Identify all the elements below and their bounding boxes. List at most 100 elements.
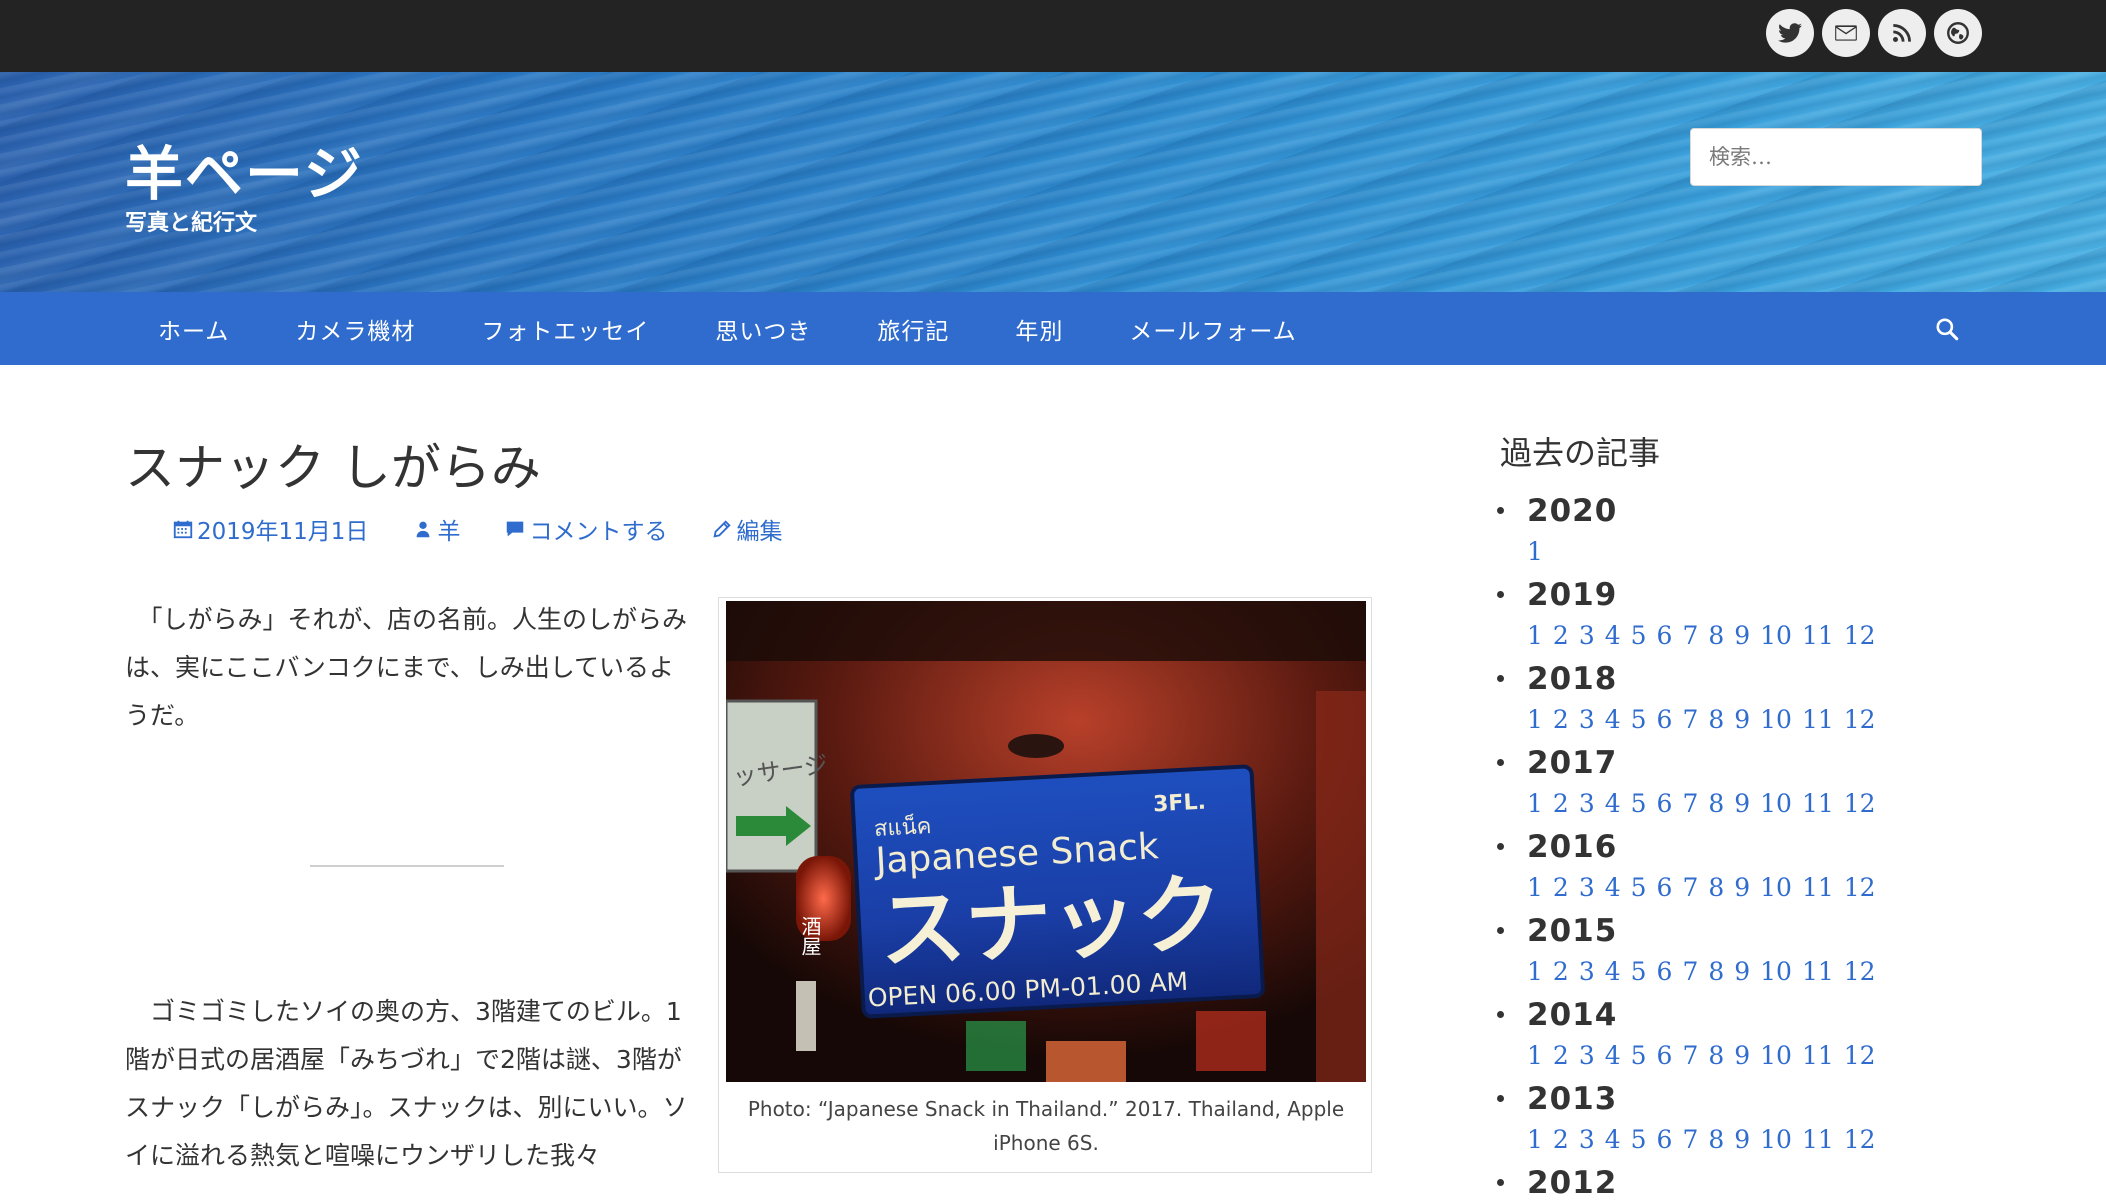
archive-month-link[interactable]: 11 [1802, 789, 1834, 818]
archive-month-link[interactable]: 6 [1657, 789, 1673, 818]
archive-month-link[interactable]: 2 [1553, 1041, 1569, 1070]
archive-month-link[interactable]: 6 [1657, 873, 1673, 902]
archive-month-link[interactable]: 11 [1802, 705, 1834, 734]
archive-month-link[interactable]: 8 [1708, 1125, 1724, 1154]
archive-month-link[interactable]: 5 [1631, 705, 1647, 734]
archive-month-link[interactable]: 5 [1631, 1041, 1647, 1070]
nav-item-thoughts[interactable]: 思いつき [682, 312, 844, 346]
archive-month-link[interactable]: 4 [1605, 1041, 1621, 1070]
archive-month-link[interactable]: 3 [1579, 873, 1595, 902]
archive-month-link[interactable]: 5 [1631, 957, 1647, 986]
archive-month-link[interactable]: 7 [1682, 789, 1698, 818]
post-comment-link[interactable]: コメントする [504, 512, 667, 546]
archive-month-link[interactable]: 10 [1760, 957, 1792, 986]
archive-month-link[interactable]: 9 [1734, 789, 1750, 818]
archive-month-link[interactable]: 6 [1657, 621, 1673, 650]
archive-month-link[interactable]: 1 [1527, 705, 1543, 734]
archive-month-link[interactable]: 10 [1760, 789, 1792, 818]
archive-month-link[interactable]: 7 [1682, 621, 1698, 650]
archive-month-link[interactable]: 4 [1605, 705, 1621, 734]
archive-month-link[interactable]: 12 [1844, 873, 1876, 902]
archive-month-link[interactable]: 8 [1708, 957, 1724, 986]
archive-month-link[interactable]: 2 [1553, 621, 1569, 650]
archive-month-link[interactable]: 4 [1605, 621, 1621, 650]
archive-month-link[interactable]: 11 [1802, 1125, 1834, 1154]
nav-item-travelogue[interactable]: 旅行記 [844, 312, 982, 346]
archive-month-link[interactable]: 7 [1682, 957, 1698, 986]
archive-month-link[interactable]: 8 [1708, 789, 1724, 818]
archive-month-link[interactable]: 6 [1657, 705, 1673, 734]
archive-month-link[interactable]: 6 [1657, 957, 1673, 986]
archive-month-link[interactable]: 8 [1708, 621, 1724, 650]
archive-month-link[interactable]: 1 [1527, 1041, 1543, 1070]
twitter-link[interactable] [1766, 9, 1814, 57]
post-author-link[interactable]: 羊 [412, 512, 460, 546]
archive-month-link[interactable]: 6 [1657, 1041, 1673, 1070]
site-title[interactable]: 羊ページ [125, 127, 364, 211]
archive-month-link[interactable]: 3 [1579, 1125, 1595, 1154]
nav-search-button[interactable] [1930, 312, 1964, 346]
archive-month-link[interactable]: 10 [1760, 873, 1792, 902]
archive-month-link[interactable]: 9 [1734, 621, 1750, 650]
archive-month-link[interactable]: 9 [1734, 1125, 1750, 1154]
rss-link[interactable] [1878, 9, 1926, 57]
website-link[interactable] [1934, 9, 1982, 57]
archive-month-link[interactable]: 6 [1657, 1125, 1673, 1154]
archive-month-link[interactable]: 3 [1579, 1041, 1595, 1070]
nav-item-camera-gear[interactable]: カメラ機材 [262, 312, 448, 346]
archive-month-link[interactable]: 1 [1527, 789, 1543, 818]
archive-month-link[interactable]: 2 [1553, 705, 1569, 734]
archive-month-link[interactable]: 11 [1802, 621, 1834, 650]
archive-month-link[interactable]: 11 [1802, 1041, 1834, 1070]
archive-month-link[interactable]: 7 [1682, 1125, 1698, 1154]
archive-month-link[interactable]: 1 [1527, 957, 1543, 986]
archive-month-link[interactable]: 1 [1527, 621, 1543, 650]
archive-month-link[interactable]: 10 [1760, 1041, 1792, 1070]
archive-month-link[interactable]: 4 [1605, 789, 1621, 818]
archive-month-link[interactable]: 9 [1734, 957, 1750, 986]
archive-month-link[interactable]: 5 [1631, 873, 1647, 902]
nav-item-mail-form[interactable]: メールフォーム [1096, 312, 1329, 346]
archive-month-link[interactable]: 2 [1553, 873, 1569, 902]
archive-month-link[interactable]: 10 [1760, 705, 1792, 734]
snack-sign-photo[interactable]: ッサージ 酒屋 3FL. สแน็ค Japanese Snack スナック O… [726, 601, 1366, 1082]
archive-month-link[interactable]: 12 [1844, 957, 1876, 986]
archive-month-link[interactable]: 1 [1527, 873, 1543, 902]
nav-item-by-year[interactable]: 年別 [982, 312, 1096, 346]
archive-month-link[interactable]: 3 [1579, 621, 1595, 650]
archive-month-link[interactable]: 9 [1734, 705, 1750, 734]
archive-month-link[interactable]: 2 [1553, 789, 1569, 818]
archive-month-link[interactable]: 12 [1844, 705, 1876, 734]
archive-month-link[interactable]: 12 [1844, 621, 1876, 650]
archive-month-link[interactable]: 8 [1708, 1041, 1724, 1070]
archive-month-link[interactable]: 12 [1844, 1041, 1876, 1070]
archive-month-link[interactable]: 2 [1553, 957, 1569, 986]
archive-month-link[interactable]: 3 [1579, 705, 1595, 734]
archive-month-link[interactable]: 4 [1605, 957, 1621, 986]
archive-month-link[interactable]: 7 [1682, 705, 1698, 734]
archive-month-link[interactable]: 2 [1553, 1125, 1569, 1154]
archive-month-link[interactable]: 9 [1734, 873, 1750, 902]
archive-month-link[interactable]: 4 [1605, 873, 1621, 902]
archive-month-link[interactable]: 1 [1527, 1125, 1543, 1154]
mail-link[interactable] [1822, 9, 1870, 57]
search-input[interactable] [1690, 128, 1982, 186]
nav-item-photo-essay[interactable]: フォトエッセイ [448, 312, 682, 346]
archive-month-link[interactable]: 5 [1631, 621, 1647, 650]
archive-month-link[interactable]: 7 [1682, 873, 1698, 902]
nav-item-home[interactable]: ホーム [125, 312, 262, 346]
archive-month-link[interactable]: 7 [1682, 1041, 1698, 1070]
archive-month-link[interactable]: 4 [1605, 1125, 1621, 1154]
archive-month-link[interactable]: 11 [1802, 873, 1834, 902]
archive-month-link[interactable]: 12 [1844, 1125, 1876, 1154]
post-edit-link[interactable]: 編集 [711, 512, 782, 546]
archive-month-link[interactable]: 8 [1708, 873, 1724, 902]
archive-month-link[interactable]: 10 [1760, 1125, 1792, 1154]
archive-month-link[interactable]: 9 [1734, 1041, 1750, 1070]
archive-month-link[interactable]: 5 [1631, 1125, 1647, 1154]
archive-month-link[interactable]: 5 [1631, 789, 1647, 818]
archive-month-link[interactable]: 3 [1579, 789, 1595, 818]
post-date-link[interactable]: 2019年11月1日 [172, 512, 368, 546]
archive-month-link[interactable]: 10 [1760, 621, 1792, 650]
archive-month-link[interactable]: 12 [1844, 789, 1876, 818]
